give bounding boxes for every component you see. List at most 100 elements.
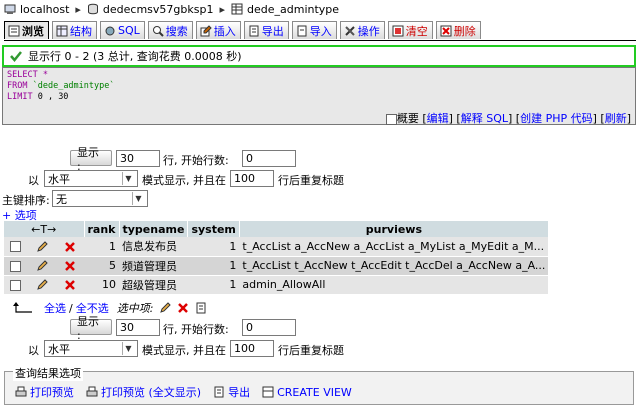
pencil-icon[interactable] <box>159 302 172 314</box>
results-ops-title: 查询结果选项 <box>13 365 83 381</box>
sql-keyword: FROM <box>7 81 28 91</box>
sort-label: 主键排序: <box>2 194 50 207</box>
tab-label: 搜索 <box>165 24 188 38</box>
empty-icon <box>392 25 404 37</box>
show-button-bottom[interactable]: 显示 : <box>70 315 112 342</box>
print-full-link[interactable]: 打印预览 (全文显示) <box>101 384 201 400</box>
sql-code: SELECT * FROM `dede_admintype` LIMIT 0 ,… <box>3 68 635 103</box>
check-all-link[interactable]: 全选 <box>44 300 66 316</box>
export-icon <box>248 25 260 37</box>
sql-links: 概要 [编辑] [解释 SQL] [创建 PHP 代码] [刷新] <box>385 110 631 126</box>
breadcrumb-separator: ▸ <box>75 2 81 16</box>
mode-select-top[interactable]: 水平 ▼ <box>44 170 138 187</box>
tab-empty[interactable]: 清空 <box>387 21 433 39</box>
profile-checkbox[interactable] <box>385 113 397 125</box>
structure-icon <box>56 25 68 37</box>
show-button-top[interactable]: 显示 : <box>70 146 112 173</box>
arrow-left-up-icon <box>12 302 34 314</box>
start-input-bottom[interactable]: 0 <box>242 319 296 336</box>
repeat-input-top[interactable]: 100 <box>230 170 274 187</box>
edit-sql-link[interactable]: 编辑 <box>427 112 449 125</box>
tab-import[interactable]: 导入 <box>291 21 337 39</box>
pencil-icon[interactable] <box>36 279 48 291</box>
table-row: 10 超级管理员 1 admin_AllowAll <box>4 275 549 295</box>
delete-x-icon[interactable] <box>64 260 76 272</box>
browse-icon <box>8 25 20 37</box>
create-php-link[interactable]: 创建 PHP 代码 <box>520 112 593 125</box>
in-label: 以 <box>28 174 39 187</box>
export-link[interactable]: 导出 <box>228 384 250 400</box>
repeat-label: 行后重复标题 <box>278 174 344 187</box>
refresh-link[interactable]: 刷新 <box>605 112 627 125</box>
tab-sql[interactable]: SQL <box>100 21 145 39</box>
print-view-link[interactable]: 打印预览 <box>30 384 74 400</box>
tab-drop[interactable]: 删除 <box>435 21 481 39</box>
tab-label: 导入 <box>309 24 332 38</box>
start-input-top[interactable]: 0 <box>242 150 296 167</box>
results-table: ←T→ rank typename system purviews 1 信息发布… <box>4 221 549 295</box>
import-icon <box>296 25 308 37</box>
success-text: 显示行 0 - 2 (3 总计, 查询花费 0.0008 秒) <box>28 50 242 63</box>
cell-rank: 1 <box>84 237 119 257</box>
explain-sql-link[interactable]: 解释 SQL <box>461 112 508 125</box>
results-ops-items: 打印预览 打印预览 (全文显示) 导出 CREATE VIEW <box>15 384 364 400</box>
mode-select-value: 水平 <box>48 172 70 186</box>
bulk-separator: / <box>69 301 73 315</box>
bulk-actions: 全选 / 全不选 选中项: <box>12 300 207 316</box>
tab-structure[interactable]: 结构 <box>52 21 97 39</box>
cell-system: 1 <box>187 275 240 295</box>
table-row: 1 信息发布员 1 t_AccList a_AccNew a_AccList a… <box>4 237 549 257</box>
checkmark-icon <box>10 50 22 62</box>
tab-insert[interactable]: 插入 <box>195 21 241 39</box>
profile-label: 概要 <box>396 112 419 125</box>
tab-browse[interactable]: 浏览 <box>4 21 49 39</box>
delete-x-icon[interactable] <box>177 302 189 314</box>
row-nav-arrows[interactable]: ←T→ <box>4 221 85 237</box>
database-icon <box>87 3 99 15</box>
repeat-input-bottom[interactable]: 100 <box>230 340 274 357</box>
cell-purviews: t_AccList a_AccNew a_AccList a_MyList a_… <box>239 237 549 257</box>
create-view-icon <box>262 386 274 398</box>
tab-label: 结构 <box>70 24 92 38</box>
column-header-purviews[interactable]: purviews <box>239 221 549 237</box>
rows-input-bottom[interactable]: 30 <box>116 319 160 336</box>
column-header-system[interactable]: system <box>187 221 240 237</box>
pencil-icon[interactable] <box>36 260 48 272</box>
column-header-typename[interactable]: typename <box>119 221 189 237</box>
row-checkbox[interactable] <box>10 279 22 291</box>
mode-label: 模式显示, 并且在 <box>142 174 226 187</box>
chevron-down-icon: ▼ <box>132 192 144 205</box>
create-view-link[interactable]: CREATE VIEW <box>277 386 352 399</box>
insert-icon <box>200 24 212 37</box>
rows-label: 行, 开始行数: <box>163 154 229 167</box>
breadcrumb-table-link[interactable]: dede_admintype <box>247 3 339 16</box>
cell-typename: 信息发布员 <box>119 237 188 257</box>
row-checkbox[interactable] <box>10 241 22 253</box>
column-header-rank[interactable]: rank <box>84 221 120 237</box>
pencil-icon[interactable] <box>36 241 48 253</box>
tab-label: 操作 <box>357 24 380 38</box>
tab-operations[interactable]: 操作 <box>339 21 385 39</box>
tab-label: 清空 <box>405 24 428 38</box>
cell-purviews: t_AccList t_AccNew t_AccEdit t_AccDel a_… <box>239 256 549 276</box>
success-message: 显示行 0 - 2 (3 总计, 查询花费 0.0008 秒) <box>2 45 636 67</box>
delete-x-icon[interactable] <box>64 279 76 291</box>
tab-export[interactable]: 导出 <box>243 21 289 39</box>
mode-select-bottom[interactable]: 水平 ▼ <box>44 340 138 357</box>
breadcrumb: localhost ▸ dedecmsv57gbksp1 ▸ dede_admi… <box>4 2 339 16</box>
delete-x-icon[interactable] <box>64 241 76 253</box>
tab-label: 导出 <box>261 24 284 38</box>
with-selected-label: 选中项: <box>116 302 154 315</box>
sql-table-name: `dede_admintype` <box>32 81 115 91</box>
sql-keyword: SELECT <box>7 70 38 80</box>
breadcrumb-database-link[interactable]: dedecmsv57gbksp1 <box>103 3 214 16</box>
rows-input-top[interactable]: 30 <box>116 150 160 167</box>
export-icon[interactable] <box>195 302 207 314</box>
tab-search[interactable]: 搜索 <box>147 21 193 39</box>
sort-select[interactable]: 无 ▼ <box>52 190 148 207</box>
sql-icon <box>104 25 116 37</box>
server-icon <box>4 3 16 15</box>
repeat-label: 行后重复标题 <box>278 344 344 357</box>
breadcrumb-server-link[interactable]: localhost <box>20 3 69 16</box>
row-checkbox[interactable] <box>10 260 22 272</box>
